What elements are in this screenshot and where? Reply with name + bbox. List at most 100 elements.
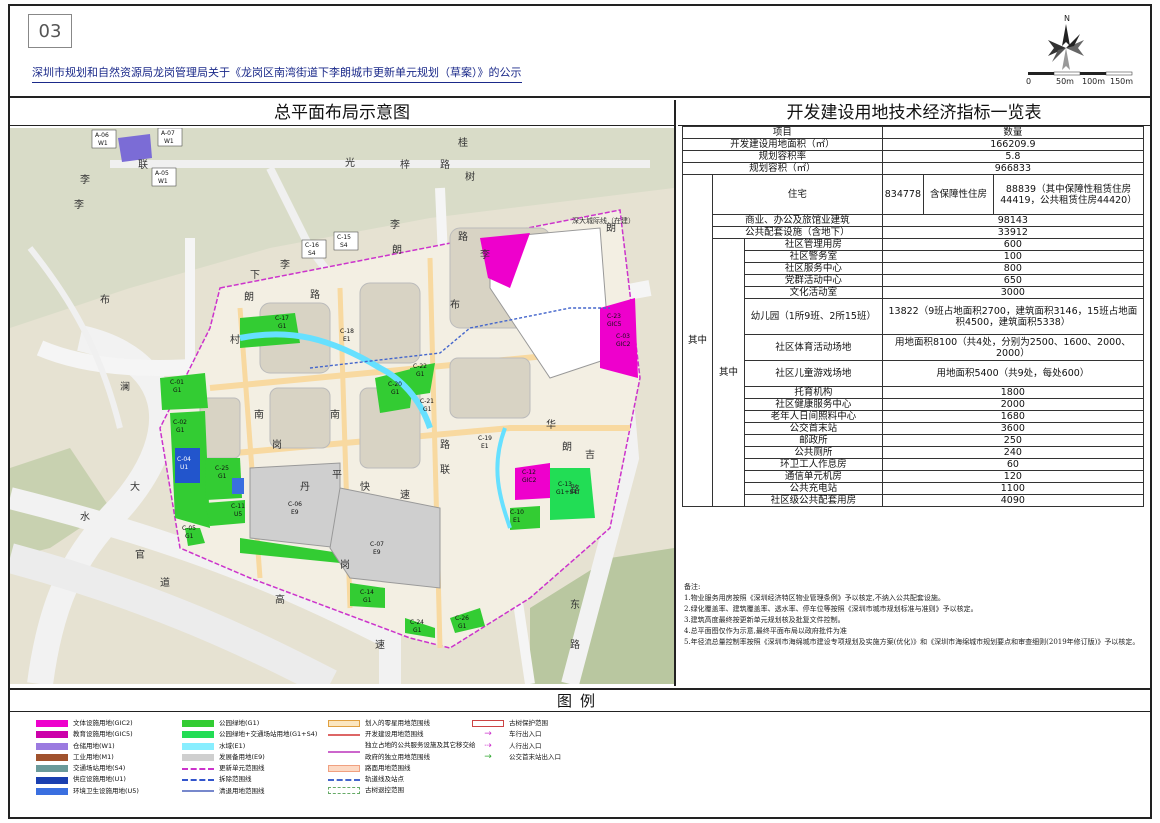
legend-item: 水域(E1) bbox=[182, 741, 317, 752]
legend-item: → 车行出入口 bbox=[472, 729, 561, 740]
legend-item: → 公交首末站出入口 bbox=[472, 752, 561, 763]
legend-swatch-e1 bbox=[182, 742, 214, 750]
tag-c14: C-14 bbox=[360, 589, 374, 596]
tag-c07: C-07 bbox=[370, 541, 384, 548]
table-row: 社区服务中心 800 bbox=[683, 262, 1145, 275]
legend-line-public-facility bbox=[328, 750, 360, 753]
table-row: 文化活动室 3000 bbox=[683, 286, 1145, 299]
legend-title: 图例 bbox=[10, 690, 1150, 712]
svg-text:吉: 吉 bbox=[585, 449, 595, 461]
svg-text:快: 快 bbox=[360, 481, 370, 493]
legend-item: 古树退控范围 bbox=[328, 785, 478, 796]
svg-text:大: 大 bbox=[130, 480, 140, 493]
legend-col-1: 文体设施用地(GIC2) 教育设施用地(GIC5) 仓储用地(W1) 工业用地(… bbox=[36, 718, 139, 797]
svg-text:朗: 朗 bbox=[392, 244, 402, 256]
svg-text:速: 速 bbox=[375, 639, 385, 651]
svg-text:南: 南 bbox=[254, 408, 264, 421]
legend-swatch-w1 bbox=[36, 742, 68, 750]
scale-label-3: 150m bbox=[1110, 77, 1133, 86]
svg-text:平: 平 bbox=[332, 470, 342, 481]
legend-col-2: 公园绿地(G1) 公园绿地+交通场站用地(G1+S4) 水域(E1) 发展备用地… bbox=[182, 718, 317, 797]
svg-text:路: 路 bbox=[440, 158, 450, 171]
table-row: 社区级公共配套用房 4090 bbox=[683, 494, 1145, 507]
header: 03 深圳市规划和自然资源局龙岗管理局关于《龙岗区南湾街道下李朗城市更新单元规划… bbox=[10, 6, 1150, 98]
legend-line-development bbox=[328, 733, 360, 736]
svg-text:水: 水 bbox=[80, 511, 90, 523]
tag-c19: C-19 bbox=[478, 435, 492, 442]
svg-text:E1: E1 bbox=[513, 517, 521, 524]
table-row: 公交首末站 3600 bbox=[683, 422, 1145, 435]
tag-c25: C-25 bbox=[215, 465, 229, 472]
svg-text:G1: G1 bbox=[413, 627, 422, 634]
tag-c12: C-12 bbox=[522, 469, 536, 476]
legend-swatch-s4 bbox=[36, 765, 68, 773]
tag-c26: C-26 bbox=[455, 615, 469, 622]
svg-text:澜: 澜 bbox=[120, 381, 130, 393]
tag-c22: C-22 bbox=[413, 363, 427, 370]
pedestrian-entrance-arrow-icon: ⇢ bbox=[484, 740, 492, 751]
table-row: 项目 数量 bbox=[682, 126, 1145, 139]
legend-item: 路面用地范围线 bbox=[328, 763, 478, 774]
legend-item: ⇢ 人行出入口 bbox=[472, 741, 561, 752]
svg-text:路: 路 bbox=[440, 438, 450, 451]
legend-item: 供应设施用地(U1) bbox=[36, 774, 139, 785]
legend-item: 环境卫生设施用地(U5) bbox=[36, 786, 139, 797]
table-row: 其中 住宅 834778 含保障性住房 88839（其中保障性租赁住房44419… bbox=[682, 174, 1144, 507]
table-row: 社区健康服务中心 2000 bbox=[683, 398, 1145, 411]
legend-line-tree-buffer bbox=[328, 787, 360, 795]
svg-text:东: 东 bbox=[570, 598, 580, 611]
tag-a06: A-06 bbox=[95, 132, 109, 139]
tag-c01: C-01 bbox=[170, 379, 184, 386]
legend-swatch-u1 bbox=[36, 776, 68, 784]
indicator-panel: 开发建设用地技术经济指标一览表 项目 数量 开发建设用地面积（㎡） 166209… bbox=[678, 100, 1150, 686]
svg-text:GIC2: GIC2 bbox=[616, 341, 631, 348]
table-row: 公共配套设施（含地下） 33912 bbox=[683, 226, 1145, 239]
svg-text:G1: G1 bbox=[416, 371, 425, 378]
svg-text:G1: G1 bbox=[173, 387, 182, 394]
legend-item: 文体设施用地(GIC2) bbox=[36, 718, 139, 729]
svg-text:G1: G1 bbox=[363, 597, 372, 604]
svg-text:朗: 朗 bbox=[244, 291, 254, 303]
svg-text:岗: 岗 bbox=[272, 439, 282, 451]
svg-text:朗: 朗 bbox=[562, 441, 572, 453]
legend-item: 轨道线及站点 bbox=[328, 774, 478, 785]
legend-swatch-g1 bbox=[182, 720, 214, 728]
legend-item: 更新单元范围线 bbox=[182, 763, 317, 774]
svg-text:联: 联 bbox=[138, 159, 148, 171]
tag-c11: C-11 bbox=[231, 503, 245, 510]
legend-item: 发展备用地(E9) bbox=[182, 752, 317, 763]
svg-text:S4: S4 bbox=[308, 250, 316, 257]
svg-text:李: 李 bbox=[390, 218, 400, 231]
svg-text:李: 李 bbox=[74, 198, 84, 211]
svg-text:E9: E9 bbox=[291, 509, 299, 516]
legend-swatch-gic2 bbox=[36, 720, 68, 728]
legend-item: 开发建设用地范围线 bbox=[328, 729, 478, 740]
tag-c03: C-03 bbox=[616, 333, 630, 340]
legend-swatch-g1s4 bbox=[182, 731, 214, 739]
legend-item: 工业用地(M1) bbox=[36, 752, 139, 763]
svg-text:G1: G1 bbox=[176, 427, 185, 434]
svg-text:华: 华 bbox=[546, 418, 556, 431]
note-line: 5.年径流总量控制率按照《深圳市海绵城市建设专项规划及实施方案(优化)》和《深圳… bbox=[684, 638, 1140, 646]
svg-text:联: 联 bbox=[440, 464, 450, 476]
tag-c24: C-24 bbox=[410, 619, 424, 626]
legend-item: 古树保护范围 bbox=[472, 718, 561, 729]
site-plan-map: A-06 W1 A-07 W1 A-05 W1 C-16 S4 C-15 S4 … bbox=[10, 128, 674, 684]
table-row: 党群活动中心 650 bbox=[683, 274, 1145, 287]
qi-zhong-outer: 其中 bbox=[682, 174, 713, 507]
note-line: 4.总平面图仅作为示意,最终平面布局以政府批件为准 bbox=[684, 627, 847, 635]
table-row: 环卫工人作息房 60 bbox=[683, 458, 1145, 471]
map-panel: 总平面布局示意图 A-06 W1 A-07 W1 A-05 W1 C-16 S4… bbox=[10, 100, 676, 686]
tag-a05: A-05 bbox=[155, 170, 169, 177]
svg-text:E1: E1 bbox=[481, 443, 489, 450]
legend-line-road bbox=[328, 764, 360, 772]
svg-text:岗: 岗 bbox=[340, 559, 350, 571]
legend-line-tree-protect bbox=[472, 720, 504, 728]
legend-col-3: 划入的零星用地范围线 开发建设用地范围线 独立占地的公共服务设施及其它移交给政府… bbox=[328, 718, 478, 796]
svg-text:朗: 朗 bbox=[606, 222, 616, 234]
map-title: 总平面布局示意图 bbox=[10, 100, 674, 126]
legend: 图例 文体设施用地(GIC2) 教育设施用地(GIC5) 仓储用地(W1) 工业… bbox=[10, 688, 1150, 817]
legend-item: 划入的零星用地范围线 bbox=[328, 718, 478, 729]
page-number: 03 bbox=[28, 14, 72, 48]
scale-label-2: 100m bbox=[1082, 77, 1105, 86]
